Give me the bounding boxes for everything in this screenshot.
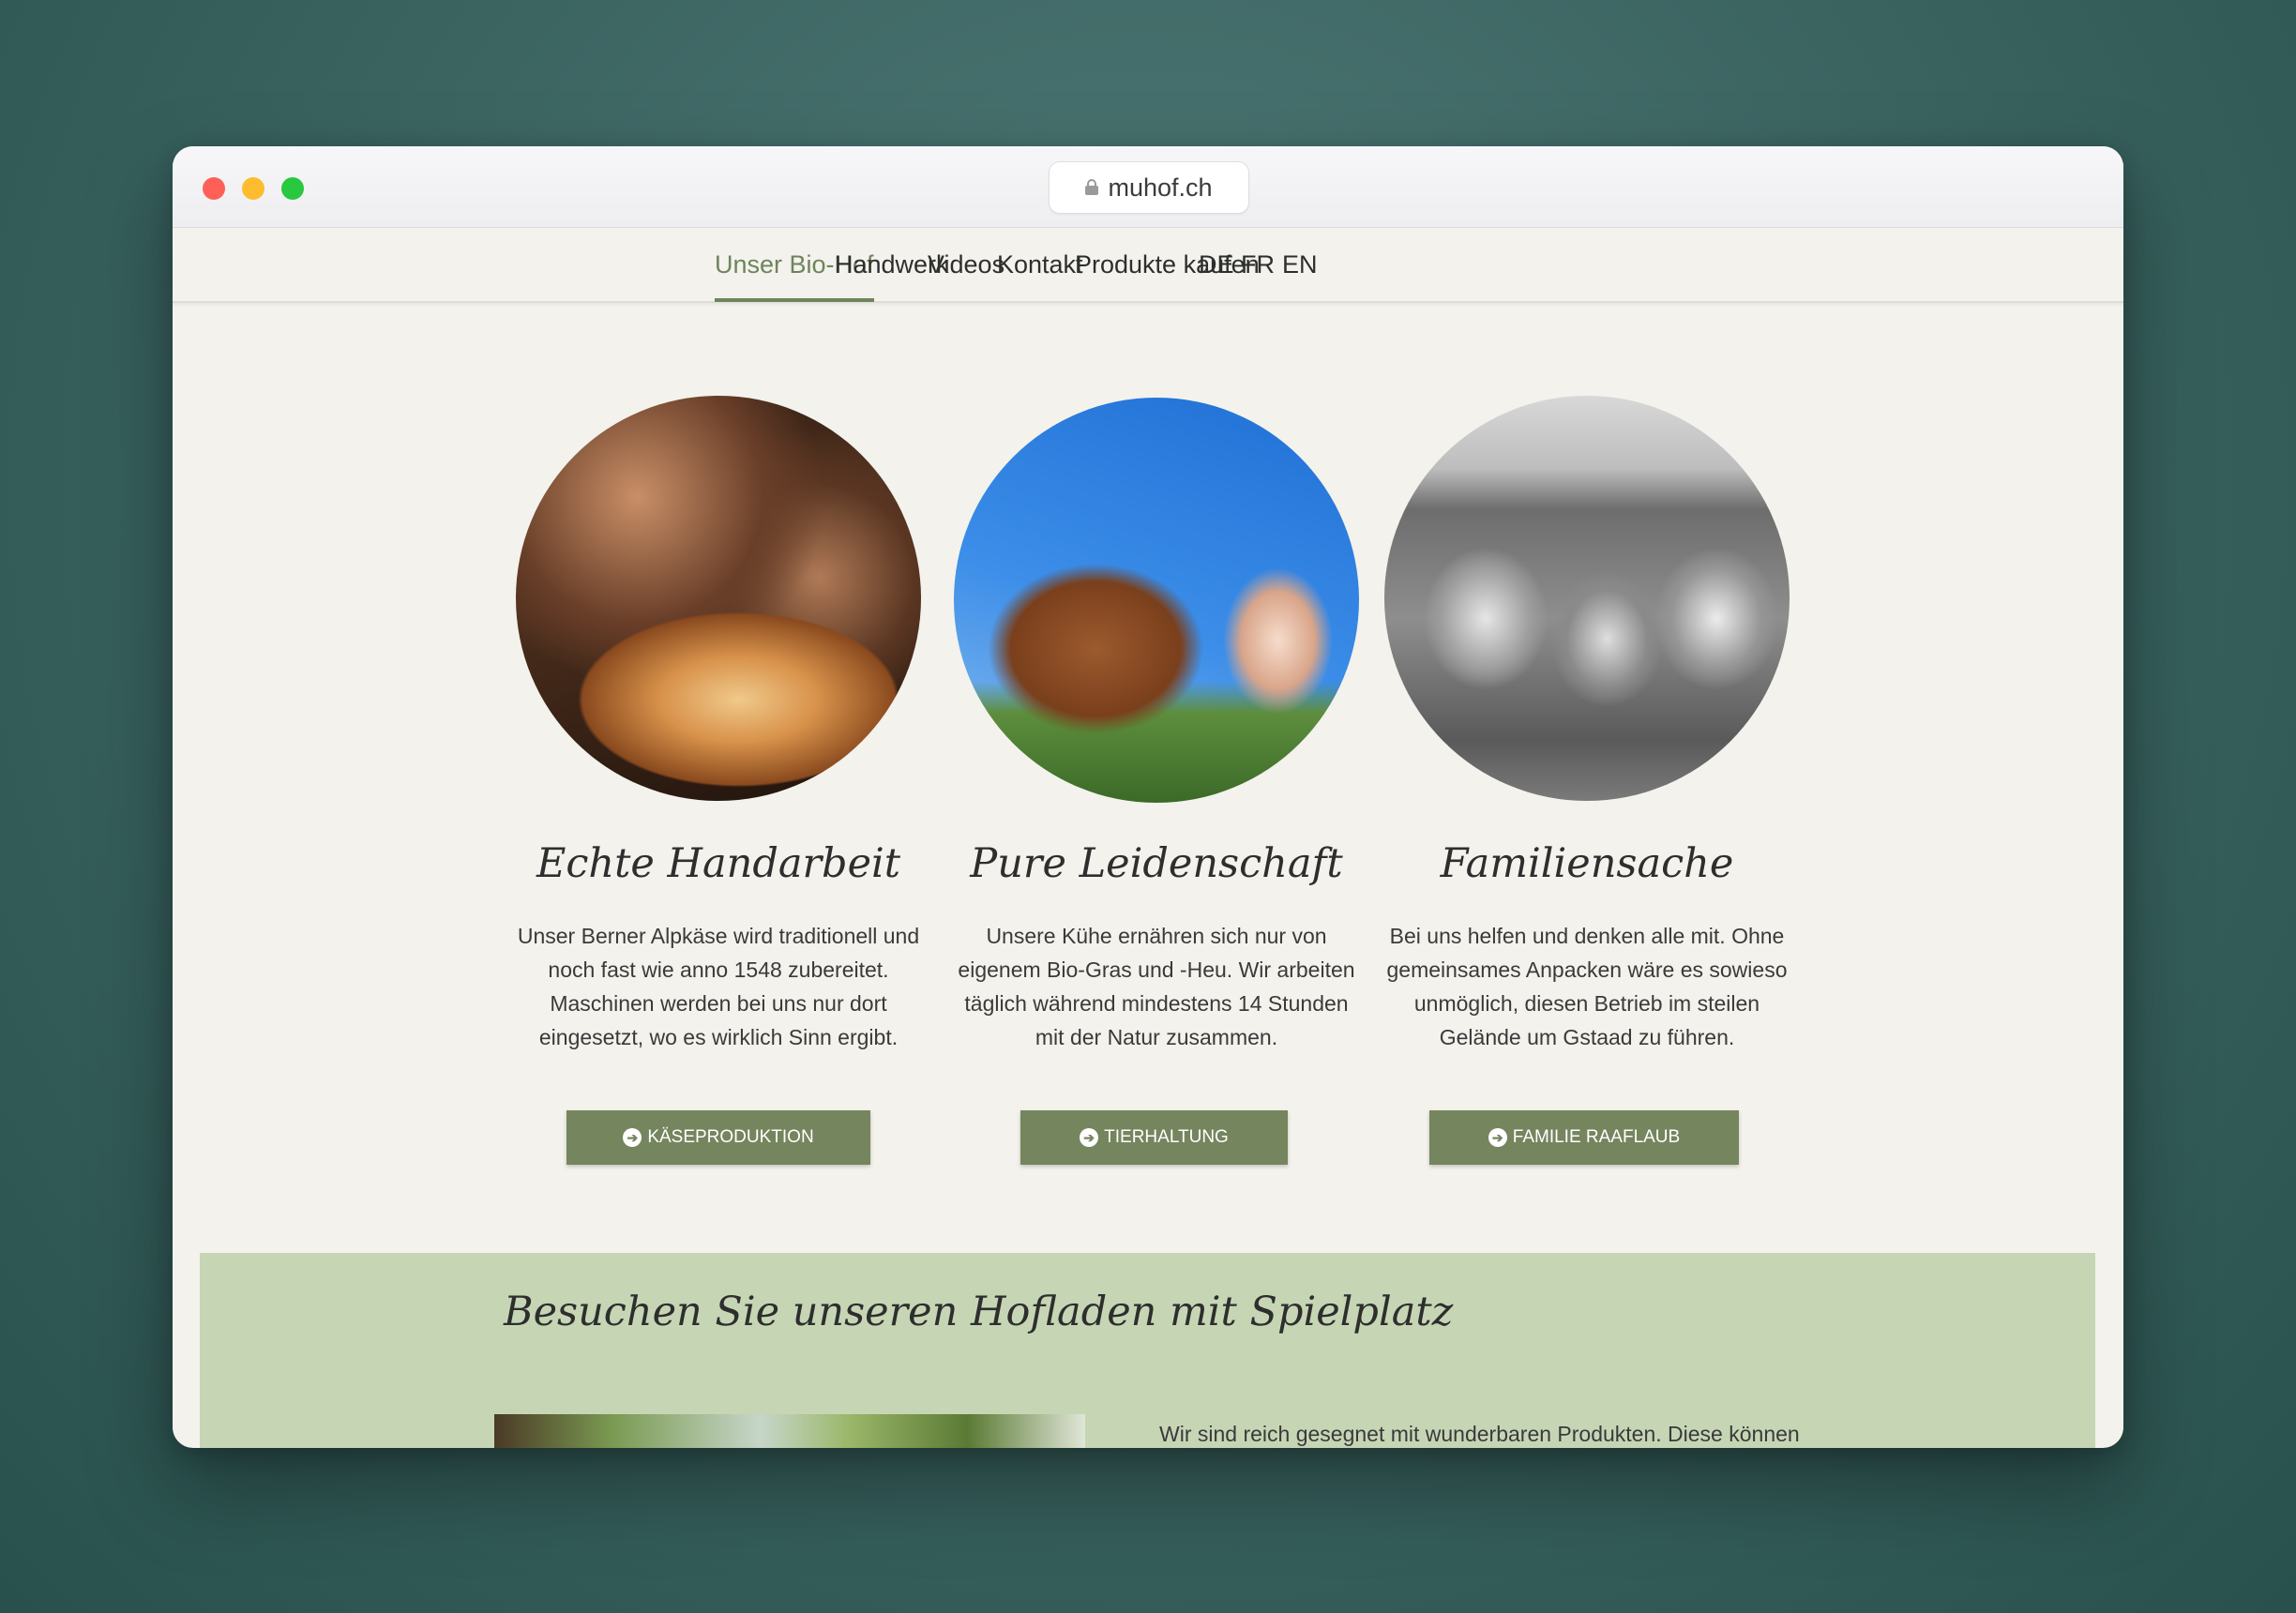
familie-raaflaub-button[interactable]: ➔ FAMILIE RAAFLAUB — [1429, 1110, 1739, 1165]
feature-text-familiensache: Bei uns helfen und denken alle mit. Ohne… — [1366, 919, 1808, 1054]
lang-de[interactable]: DE — [1199, 228, 1234, 301]
feature-text-line: eingesetzt, wo es wirklich Sinn ergibt. — [538, 1025, 899, 1049]
arrow-circle-right-icon: ➔ — [623, 1128, 642, 1147]
feature-text-line: gemeinsames Anpacken wäre es sowieso — [1386, 957, 1788, 982]
arrow-circle-right-icon: ➔ — [1080, 1128, 1099, 1147]
nav-item-kontakt[interactable]: Kontakt — [997, 228, 1083, 301]
lang-fr[interactable]: FR — [1241, 228, 1275, 301]
feature-text-line: Unsere Kühe ernähren sich nur von — [986, 924, 1327, 948]
button-label: KÄSEPRODUKTION — [647, 1127, 814, 1147]
feature-text-line: unmöglich, diesen Betrieb im steilen — [1413, 991, 1760, 1016]
feature-title-familiensache: Familiensache — [1440, 840, 1734, 887]
hofladen-title: Besuchen Sie unseren Hofladen mit Spielp… — [504, 1289, 1454, 1335]
close-window-button[interactable] — [203, 177, 225, 200]
browser-titlebar: muhof.ch — [173, 146, 2123, 228]
maximize-window-button[interactable] — [281, 177, 304, 200]
main-navigation: Unser Bio-Hof Handwerk Videos Kontakt Pr… — [173, 228, 2123, 303]
feature-text-line: mit der Natur zusammen. — [1035, 1025, 1278, 1049]
button-label: TIERHALTUNG — [1104, 1127, 1229, 1147]
family-historic-photo — [1384, 396, 1790, 801]
arrow-circle-right-icon: ➔ — [1488, 1128, 1507, 1147]
feature-text-line: Bei uns helfen und denken alle mit. Ohne — [1389, 924, 1785, 948]
feature-text-line: täglich während mindestens 14 Stunden — [964, 991, 1349, 1016]
url-text: muhof.ch — [1108, 173, 1213, 202]
lock-icon — [1085, 179, 1099, 196]
browser-window: muhof.ch Unser Bio-Hof Handwerk Videos K… — [173, 146, 2123, 1448]
feature-title-leidenschaft: Pure Leidenschaft — [970, 840, 1343, 887]
nav-item-videos[interactable]: Videos — [928, 228, 1004, 301]
minimize-window-button[interactable] — [242, 177, 264, 200]
feature-text-line: eigenem Bio-Gras und -Heu. Wir arbeiten — [958, 957, 1355, 982]
feature-text-line: Maschinen werden bei uns nur dort — [550, 991, 887, 1016]
lang-en[interactable]: EN — [1282, 228, 1318, 301]
hofladen-text: Wir sind reich gesegnet mit wunderbaren … — [1159, 1422, 1800, 1446]
feature-text-line: Unser Berner Alpkäse wird traditionell u… — [517, 924, 920, 948]
feature-text-leidenschaft: Unsere Kühe ernähren sich nur von eigene… — [935, 919, 1378, 1054]
feature-text-line: noch fast wie anno 1548 zubereitet. — [548, 957, 889, 982]
cow-and-woman-photo — [954, 398, 1359, 803]
feature-text-handarbeit: Unser Berner Alpkäse wird traditionell u… — [497, 919, 940, 1054]
cheese-making-photo — [516, 396, 921, 801]
kaeseproduktion-button[interactable]: ➔ KÄSEPRODUKTION — [566, 1110, 870, 1165]
hofladen-section: Besuchen Sie unseren Hofladen mit Spielp… — [200, 1253, 2095, 1448]
feature-title-handarbeit: Echte Handarbeit — [536, 840, 901, 887]
button-label: FAMILIE RAAFLAUB — [1512, 1127, 1681, 1147]
tierhaltung-button[interactable]: ➔ TIERHALTUNG — [1020, 1110, 1288, 1165]
feature-text-line: Gelände um Gstaad zu führen. — [1439, 1025, 1735, 1049]
address-bar[interactable]: muhof.ch — [1049, 161, 1249, 214]
hofladen-photo — [494, 1414, 1085, 1448]
